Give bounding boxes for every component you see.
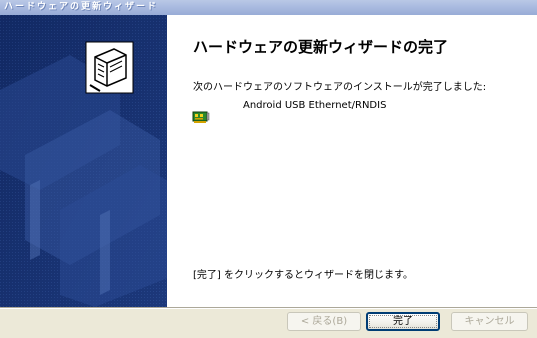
- finish-button-label: 完了: [369, 315, 437, 328]
- page-title: ハードウェアの更新ウィザードの完了: [193, 38, 449, 56]
- wizard-banner-graphic: [0, 15, 167, 307]
- wizard-window: ハードウェアの更新ウィザード ハードウェアの更新ウィザードの完了 次のハードウェ…: [0, 0, 537, 338]
- button-separator: [0, 307, 537, 309]
- window-title: ハードウェアの更新ウィザード: [4, 2, 159, 12]
- cancel-button[interactable]: キャンセル: [451, 312, 528, 331]
- hardware-card-icon: [85, 41, 134, 94]
- wizard-side-panel: [0, 15, 167, 307]
- intro-text: 次のハードウェアのソフトウェアのインストールが完了しました:: [193, 82, 487, 93]
- title-bar[interactable]: ハードウェアの更新ウィザード: [0, 0, 537, 15]
- back-button[interactable]: < 戻る(B): [287, 312, 361, 331]
- device-name: Android USB Ethernet/RNDIS: [243, 100, 387, 111]
- finish-instruction-text: [完了] をクリックするとウィザードを閉じます。: [193, 270, 413, 281]
- wizard-content-area: [167, 15, 537, 307]
- finish-button[interactable]: 完了: [366, 312, 440, 331]
- network-adapter-icon: [192, 111, 210, 123]
